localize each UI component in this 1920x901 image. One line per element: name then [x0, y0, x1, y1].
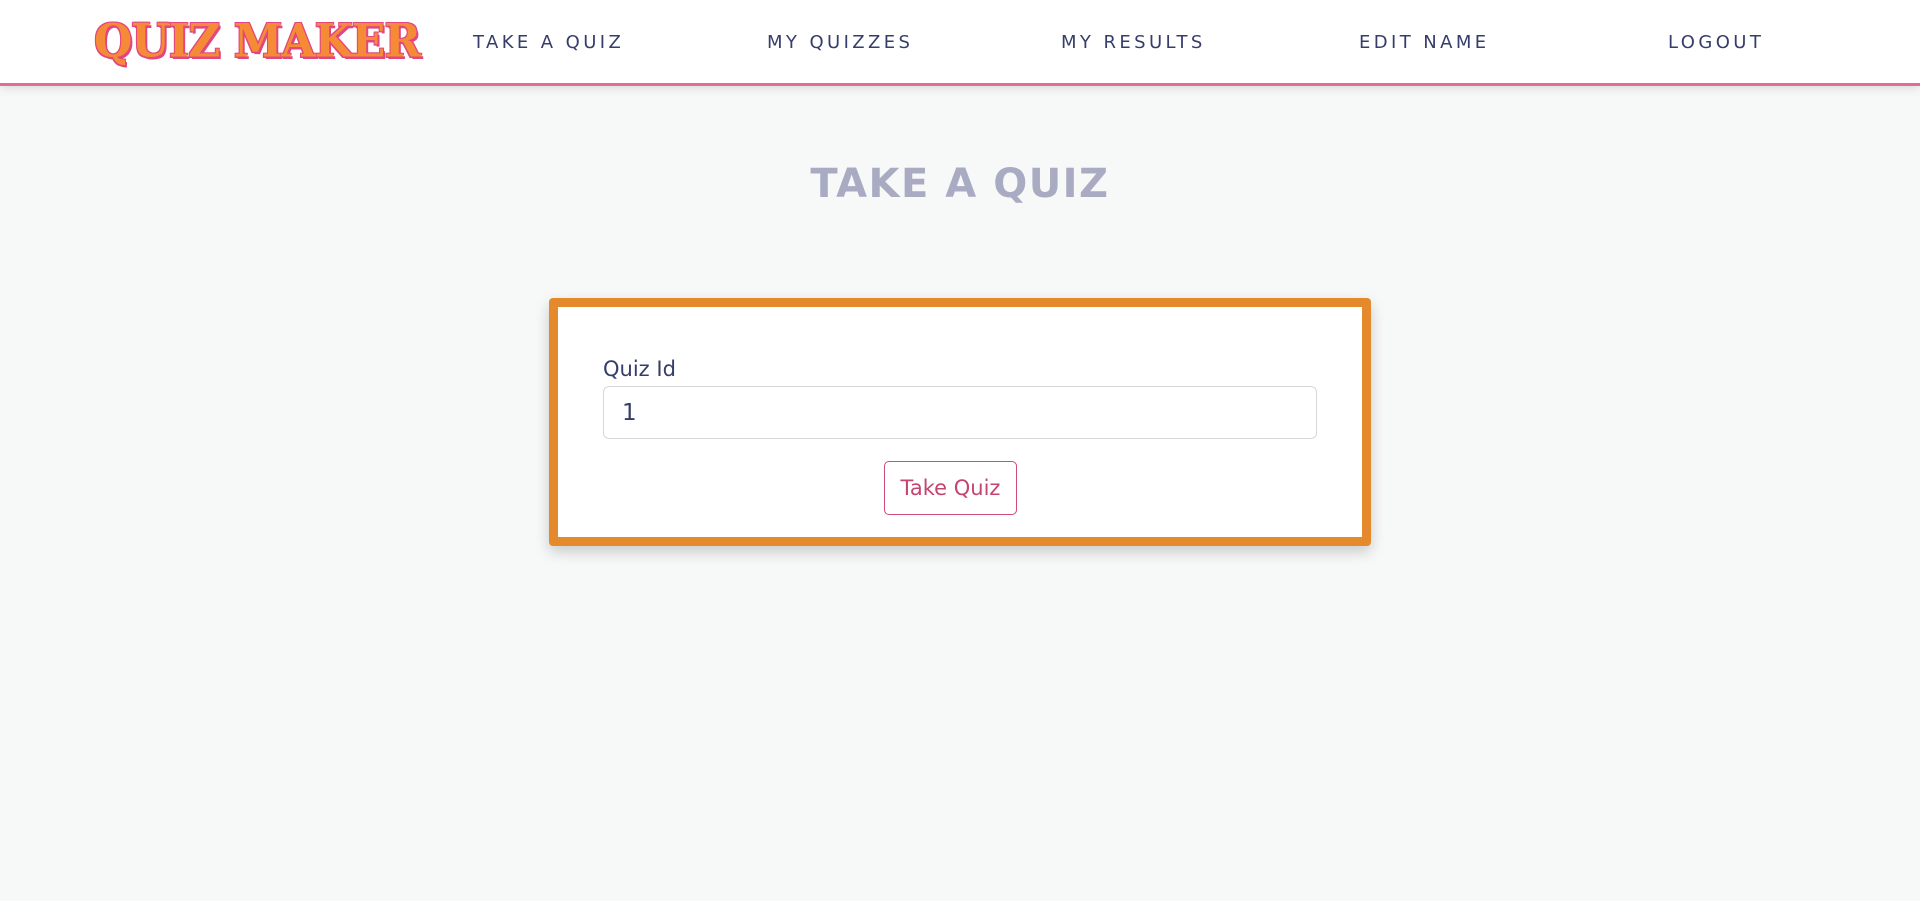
nav-link-take-a-quiz[interactable]: TAKE A QUIZ	[473, 30, 624, 56]
page-title: TAKE A QUIZ	[810, 161, 1110, 207]
quiz-id-label: Quiz Id	[603, 357, 676, 381]
navbar: QUIZ MAKER TAKE A QUIZ MY QUIZZES MY RES…	[0, 0, 1920, 86]
nav-link-my-results[interactable]: MY RESULTS	[1061, 30, 1206, 56]
quiz-maker-logo[interactable]: QUIZ MAKER	[94, 13, 421, 72]
nav-link-edit-name[interactable]: EDIT NAME	[1359, 30, 1490, 56]
take-quiz-button[interactable]: Take Quiz	[884, 461, 1017, 515]
nav-link-logout[interactable]: LOGOUT	[1668, 30, 1764, 56]
nav-link-my-quizzes[interactable]: MY QUIZZES	[767, 30, 913, 56]
quiz-id-input[interactable]	[603, 386, 1317, 439]
